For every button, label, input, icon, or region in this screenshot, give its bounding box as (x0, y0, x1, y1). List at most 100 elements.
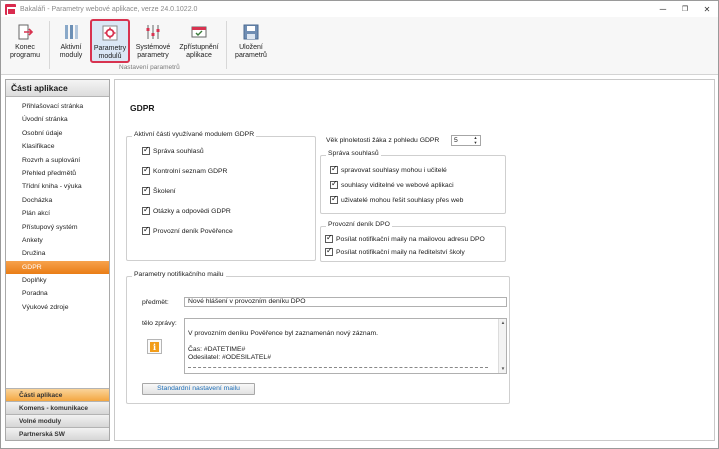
sidebar-item[interactable]: Ankety (6, 234, 109, 247)
body-scrollbar[interactable]: ▲ ▼ (498, 319, 506, 373)
section-app-parts-button[interactable]: Části aplikace (6, 388, 109, 401)
checkbox-box[interactable] (142, 225, 150, 235)
sidebar-item[interactable]: Přehled předmětů (6, 167, 109, 180)
subject-label: předmět: (142, 299, 169, 306)
checkbox-label: Posílat notifikační maily na ředitelství… (336, 248, 465, 256)
scroll-down-icon[interactable]: ▼ (500, 366, 506, 372)
sidebar-item[interactable]: Plán akcí (6, 207, 109, 220)
sidebar-header: Části aplikace (6, 80, 109, 97)
mail-parameters-group: Parametry notifikačního mailu předmět: N… (126, 271, 510, 404)
exit-program-button[interactable]: Konec programu (7, 19, 43, 63)
scroll-up-icon[interactable]: ▲ (500, 320, 506, 326)
active-modules-button[interactable]: Aktivní moduly (54, 19, 88, 63)
main-content: GDPR Aktivní části využívané modulem GDP… (114, 79, 715, 441)
checkbox-label: Správa souhlasů (153, 147, 204, 155)
app-logo-icon (5, 3, 16, 15)
checkbox-faq[interactable]: Otázky a odpovědi GDPR (142, 205, 231, 215)
app-access-button[interactable]: Zpřístupnění aplikace (176, 19, 222, 63)
checkbox-training[interactable]: Školení (142, 185, 176, 195)
sidebar-item[interactable]: Rozvrh a suplování (6, 154, 109, 167)
module-parameters-label: Parametry modulů (93, 45, 127, 60)
page-title: GDPR (130, 103, 155, 113)
app-access-label: Zpřístupnění aplikace (179, 44, 219, 59)
body-textarea[interactable]: V provozním deníku Pověřence byl zazname… (184, 318, 507, 374)
close-button[interactable]: ✕ (696, 1, 718, 17)
default-mail-settings-button[interactable]: Standardní nastavení mailu (142, 383, 255, 395)
checkbox-box[interactable] (330, 194, 338, 204)
system-parameters-button[interactable]: Systémové parametry (132, 19, 174, 63)
info-icon: i (150, 341, 159, 352)
checkbox-label: uživatelé mohou řešit souhlasy přes web (341, 196, 464, 204)
checkbox-notify-principal[interactable]: Posílat notifikační maily na ředitelství… (325, 246, 465, 256)
active-modules-label: Aktivní moduly (59, 44, 83, 59)
module-parameters-button[interactable]: Parametry modulů (90, 19, 130, 63)
checkbox-label: Kontrolní seznam GDPR (153, 167, 228, 175)
checkbox-notify-dpo[interactable]: Posílat notifikační maily na mailovou ad… (325, 233, 485, 243)
ribbon-divider (226, 21, 227, 69)
section-free-modules-button[interactable]: Volné moduly (6, 414, 109, 427)
ribbon-divider (49, 21, 50, 69)
sidebar-item[interactable]: Úvodní stránka (6, 113, 109, 126)
checkbox-box[interactable] (330, 179, 338, 189)
checkbox-consents[interactable]: Správa souhlasů (142, 145, 204, 155)
gear-icon (101, 24, 119, 42)
sidebar-item[interactable]: Přihlašovací stránka (6, 100, 109, 113)
modules-icon (62, 23, 80, 41)
checkbox-label: souhlasy viditelné ve webové aplikaci (341, 181, 454, 189)
body-text: V provozním deníku Pověřence byl zazname… (188, 330, 379, 361)
checkbox-dpo-log[interactable]: Provozní deník Pověřence (142, 225, 233, 235)
mail-parameters-legend: Parametry notifikačního mailu (132, 271, 226, 278)
section-komens-button[interactable]: Komens - komunikace (6, 401, 109, 414)
sidebar-item[interactable]: GDPR (6, 260, 109, 275)
exit-icon (16, 23, 34, 41)
checkbox-box[interactable] (142, 165, 150, 175)
checkbox-box[interactable] (142, 145, 150, 155)
minimize-button[interactable]: ─ (652, 1, 674, 17)
sidebar-item[interactable]: Přístupový systém (6, 221, 109, 234)
sidebar-item[interactable]: Třídní kniha - výuka (6, 180, 109, 193)
sidebar-item[interactable]: Doplňky (6, 274, 109, 287)
age-stepper[interactable]: 5 ▲ ▼ (451, 135, 481, 146)
ribbon-group-label: Nastavení parametrů (119, 64, 180, 71)
section-partner-sw-button[interactable]: Partnerská SW (6, 427, 109, 440)
checkbox-label: Otázky a odpovědi GDPR (153, 207, 231, 215)
checkbox-box[interactable] (142, 185, 150, 195)
checkbox-box[interactable] (142, 205, 150, 215)
checkbox-visible-web[interactable]: souhlasy viditelné ve webové aplikaci (330, 179, 454, 189)
sidebar-item[interactable]: Docházka (6, 194, 109, 207)
consents-group: Správa souhlasů spravovat souhlasy mohou… (320, 150, 506, 214)
subject-input[interactable]: Nové hlášení v provozním deníku DPO (184, 297, 507, 307)
placeholders-info-button[interactable]: i (147, 339, 162, 354)
age-value: 5 (454, 137, 458, 144)
checkbox-users-web[interactable]: uživatelé mohou řešit souhlasy přes web (330, 194, 464, 204)
active-parts-group: Aktivní části využívané modulem GDPR Spr… (126, 131, 316, 261)
sidebar-item[interactable]: Osobní údaje (6, 127, 109, 140)
window-controls: ─ ❐ ✕ (652, 1, 718, 17)
ribbon-toolbar: Konec programu Aktivní moduly Parametry … (1, 17, 718, 75)
checkbox-label: Posílat notifikační maily na mailovou ad… (336, 235, 485, 243)
dpo-log-legend: Provozní deník DPO (326, 221, 392, 228)
consents-legend: Správa souhlasů (326, 150, 381, 157)
checkbox-box[interactable] (330, 164, 338, 174)
stepper-arrows[interactable]: ▲ ▼ (472, 135, 479, 146)
arrow-down-icon[interactable]: ▼ (474, 140, 478, 146)
maximize-button[interactable]: ❐ (674, 1, 696, 17)
sliders-icon (144, 23, 162, 41)
access-icon (190, 23, 208, 41)
sidebar: Části aplikace Přihlašovací stránka Úvodn… (5, 79, 110, 441)
sidebar-item[interactable]: Klasifikace (6, 140, 109, 153)
body-label: tělo zprávy: (142, 320, 177, 327)
app-window: Bakaláři - Parametry webové aplikace, ve… (0, 0, 719, 449)
checkbox-box[interactable] (325, 233, 333, 243)
checkbox-teachers-manage[interactable]: spravovat souhlasy mohou i učitelé (330, 164, 447, 174)
save-parameters-label: Uložení parametrů (235, 44, 267, 59)
sidebar-sections: Části aplikace Komens - komunikace Volné… (6, 388, 109, 440)
title-bar: Bakaláři - Parametry webové aplikace, ve… (1, 1, 718, 17)
window-title: Bakaláři - Parametry webové aplikace, ve… (20, 5, 198, 13)
checkbox-box[interactable] (325, 246, 333, 256)
sidebar-item[interactable]: Družina (6, 247, 109, 260)
sidebar-item[interactable]: Výukové zdroje (6, 301, 109, 314)
save-parameters-button[interactable]: Uložení parametrů (231, 19, 271, 63)
sidebar-item[interactable]: Poradna (6, 287, 109, 300)
checkbox-checklist[interactable]: Kontrolní seznam GDPR (142, 165, 228, 175)
